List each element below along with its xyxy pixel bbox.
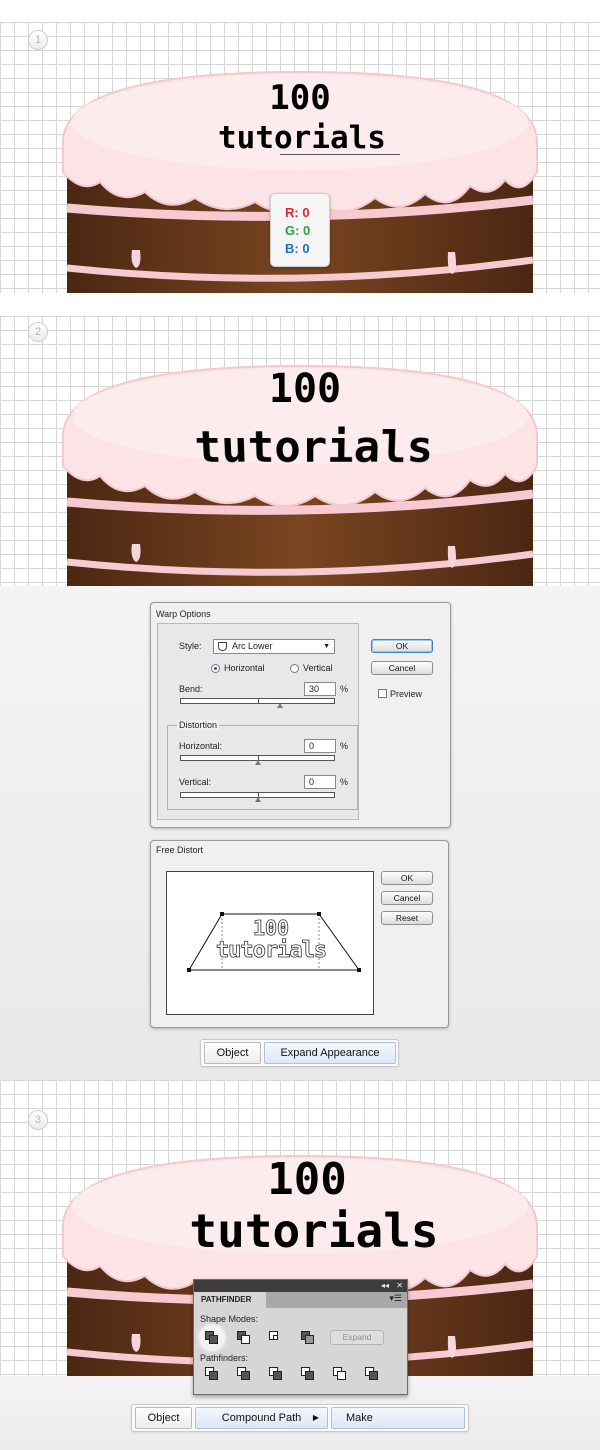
step-number-3: 3: [28, 1110, 48, 1130]
close-icon[interactable]: ✕: [396, 1280, 403, 1292]
warp-cancel-button[interactable]: Cancel: [371, 661, 433, 675]
collapse-icon[interactable]: ◂◂: [381, 1280, 389, 1292]
compound-path-label: Compound Path: [221, 1412, 302, 1424]
free-distort-dialog: Free Distort 100 tutorials OK Cancel Res…: [150, 840, 449, 1028]
intersect-icon[interactable]: [269, 1331, 283, 1345]
vertical-radio[interactable]: [290, 664, 299, 673]
compound-path-menu-item[interactable]: Compound Path ▶: [195, 1407, 328, 1429]
make-menu-item[interactable]: Make: [331, 1407, 465, 1429]
preview-label: Preview: [390, 689, 423, 699]
cake-text-100-warped: 100: [268, 366, 342, 412]
arc-lower-icon: [218, 642, 227, 651]
exclude-icon[interactable]: [301, 1331, 315, 1345]
submenu-arrow-icon: ▶: [312, 1413, 319, 1422]
menu-path-bar-2: Object Compound Path ▶ Make: [131, 1404, 469, 1432]
distort-preview-text-tutorials: tutorials: [215, 938, 327, 964]
style-dropdown-value: Arc Lower: [232, 641, 273, 651]
dialog-title: Free Distort: [156, 845, 204, 855]
cake-text-tutorials-expanded: tutorials: [189, 1204, 439, 1258]
object-menu-button[interactable]: Object: [135, 1407, 192, 1429]
horizontal-radio[interactable]: [211, 664, 220, 673]
cake-text-tutorials-warped: tutorials: [193, 421, 435, 473]
bend-input[interactable]: 30: [304, 682, 336, 696]
panel-tab-row: PATHFINDER ▾☰: [194, 1292, 407, 1308]
step-2-panel: 2 100 tutorials: [0, 316, 600, 586]
shape-modes-label: Shape Modes:: [200, 1314, 259, 1324]
step-number-1: 1: [28, 30, 48, 50]
red-value: R: 0: [285, 205, 310, 220]
distortion-vertical-slider[interactable]: [180, 792, 335, 802]
merge-icon[interactable]: [269, 1367, 283, 1381]
minus-back-icon[interactable]: [365, 1367, 379, 1381]
distortion-horizontal-percent: %: [340, 741, 349, 751]
distortion-horizontal-slider[interactable]: [180, 755, 335, 765]
crop-icon[interactable]: [301, 1367, 315, 1381]
make-label: Make: [346, 1412, 373, 1424]
slider-center-tick: [257, 698, 259, 704]
tab-pathfinder[interactable]: PATHFINDER: [194, 1292, 266, 1308]
bend-slider-thumb[interactable]: [277, 703, 283, 708]
cake-text-100-expanded: 100: [267, 1154, 347, 1205]
blue-value: B: 0: [285, 241, 310, 256]
pathfinders-label: Pathfinders:: [200, 1353, 249, 1363]
distortion-horizontal-thumb[interactable]: [255, 760, 261, 765]
baseline-guide: [280, 154, 400, 155]
object-menu-button[interactable]: Object: [204, 1042, 261, 1064]
minus-front-icon[interactable]: [237, 1331, 251, 1345]
distort-preview-area[interactable]: 100 tutorials: [166, 871, 374, 1015]
distortion-vertical-percent: %: [340, 777, 349, 787]
style-label: Style:: [179, 641, 202, 651]
distort-ok-button[interactable]: OK: [381, 871, 433, 885]
cake-text-tutorials: tutorials: [218, 120, 386, 156]
dialog-title: Warp Options: [156, 609, 211, 619]
vertical-radio-label: Vertical: [303, 663, 333, 673]
panel-titlebar: ◂◂ ✕: [194, 1280, 407, 1292]
unite-icon[interactable]: [205, 1331, 219, 1345]
expand-appearance-menu-item[interactable]: Expand Appearance: [264, 1042, 396, 1064]
chevron-down-icon: ▼: [323, 643, 330, 650]
pathfinder-panel: ◂◂ ✕ PATHFINDER ▾☰ Shape Modes: Expand P…: [193, 1279, 408, 1395]
panel-menu-icon[interactable]: ▾☰: [389, 1293, 402, 1304]
distort-preview-text-100: 100: [252, 916, 290, 941]
divide-icon[interactable]: [205, 1367, 219, 1381]
distortion-vertical-input[interactable]: 0: [304, 775, 336, 789]
menu-path-bar-1: Object Expand Appearance: [200, 1039, 399, 1067]
bend-slider[interactable]: [180, 698, 335, 708]
cake-text-100: 100: [269, 78, 331, 118]
bend-percent: %: [340, 684, 349, 694]
warp-options-dialog: Warp Options Style: Arc Lower ▼ Horizont…: [150, 602, 451, 828]
green-value: G: 0: [285, 223, 311, 238]
distortion-vertical-thumb[interactable]: [255, 797, 261, 802]
distortion-horizontal-input[interactable]: 0: [304, 739, 336, 753]
preview-checkbox[interactable]: [378, 689, 387, 698]
outline-icon[interactable]: [333, 1367, 347, 1381]
step-number-2: 2: [28, 322, 48, 342]
rgb-readout-tooltip: R: 0 G: 0 B: 0: [270, 193, 330, 267]
distort-cancel-button[interactable]: Cancel: [381, 891, 433, 905]
style-dropdown[interactable]: Arc Lower ▼: [213, 639, 335, 654]
expand-button: Expand: [330, 1330, 384, 1345]
bend-label: Bend:: [179, 684, 203, 694]
distort-reset-button[interactable]: Reset: [381, 911, 433, 925]
horizontal-radio-label: Horizontal: [224, 663, 265, 673]
distortion-label: Distortion: [177, 720, 220, 730]
trim-icon[interactable]: [237, 1367, 251, 1381]
distortion-horizontal-label: Horizontal:: [179, 741, 223, 751]
distortion-vertical-label: Vertical:: [179, 777, 212, 787]
warp-ok-button[interactable]: OK: [371, 639, 433, 653]
